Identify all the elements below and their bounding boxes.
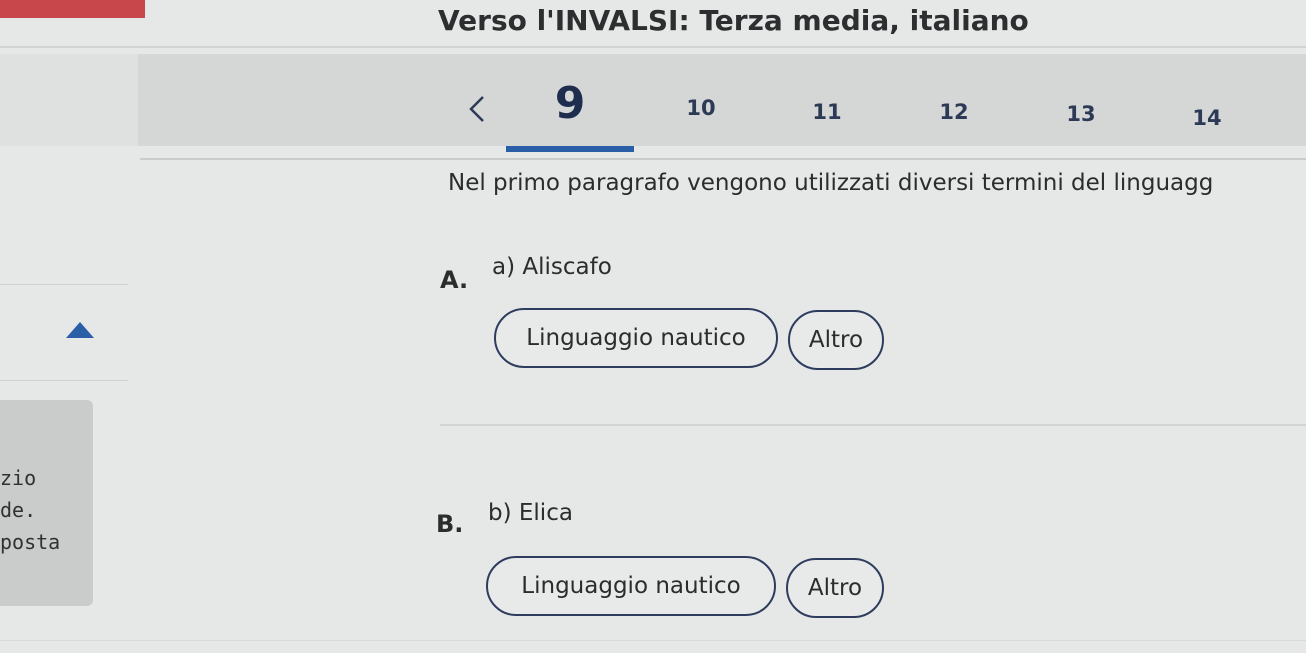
item-letter: B. xyxy=(436,510,464,538)
question-number-10[interactable]: 10 xyxy=(671,96,731,120)
item-text: a) Aliscafo xyxy=(492,254,612,280)
question-number-13[interactable]: 13 xyxy=(1051,102,1111,126)
option-linguaggio-nautico-b[interactable]: Linguaggio nautico xyxy=(486,556,776,616)
question-prompt: Nel primo paragrafo vengono utilizzati d… xyxy=(448,170,1214,196)
question-number-12[interactable]: 12 xyxy=(924,100,984,124)
triangle-up-icon[interactable] xyxy=(62,318,98,342)
bottom-divider xyxy=(0,640,1306,641)
side-text-line: de. xyxy=(0,498,37,522)
item-letter: A. xyxy=(440,266,469,294)
item-text: b) Elica xyxy=(488,500,573,526)
question-nav-bar xyxy=(0,54,1306,146)
side-text-line: posta xyxy=(0,530,61,554)
sidebar-divider xyxy=(0,380,128,381)
current-question-underline xyxy=(506,146,634,152)
option-altro-b[interactable]: Altro xyxy=(786,558,884,618)
header-divider xyxy=(0,46,1306,48)
question-number-11[interactable]: 11 xyxy=(797,100,857,124)
option-linguaggio-nautico-a[interactable]: Linguaggio nautico xyxy=(494,308,778,368)
option-altro-a[interactable]: Altro xyxy=(788,310,884,370)
nav-left-pane xyxy=(0,54,138,146)
item-divider xyxy=(440,424,1306,426)
chevron-left-icon[interactable] xyxy=(463,94,491,124)
nav-divider xyxy=(140,158,1306,160)
sidebar-divider xyxy=(0,284,128,285)
page-title: Verso l'INVALSI: Terza media, italiano xyxy=(438,4,1029,37)
side-text-line: zio xyxy=(0,466,37,490)
question-number-14[interactable]: 14 xyxy=(1177,106,1237,130)
brand-strip xyxy=(0,0,145,18)
question-number-9[interactable]: 9 xyxy=(540,78,600,129)
